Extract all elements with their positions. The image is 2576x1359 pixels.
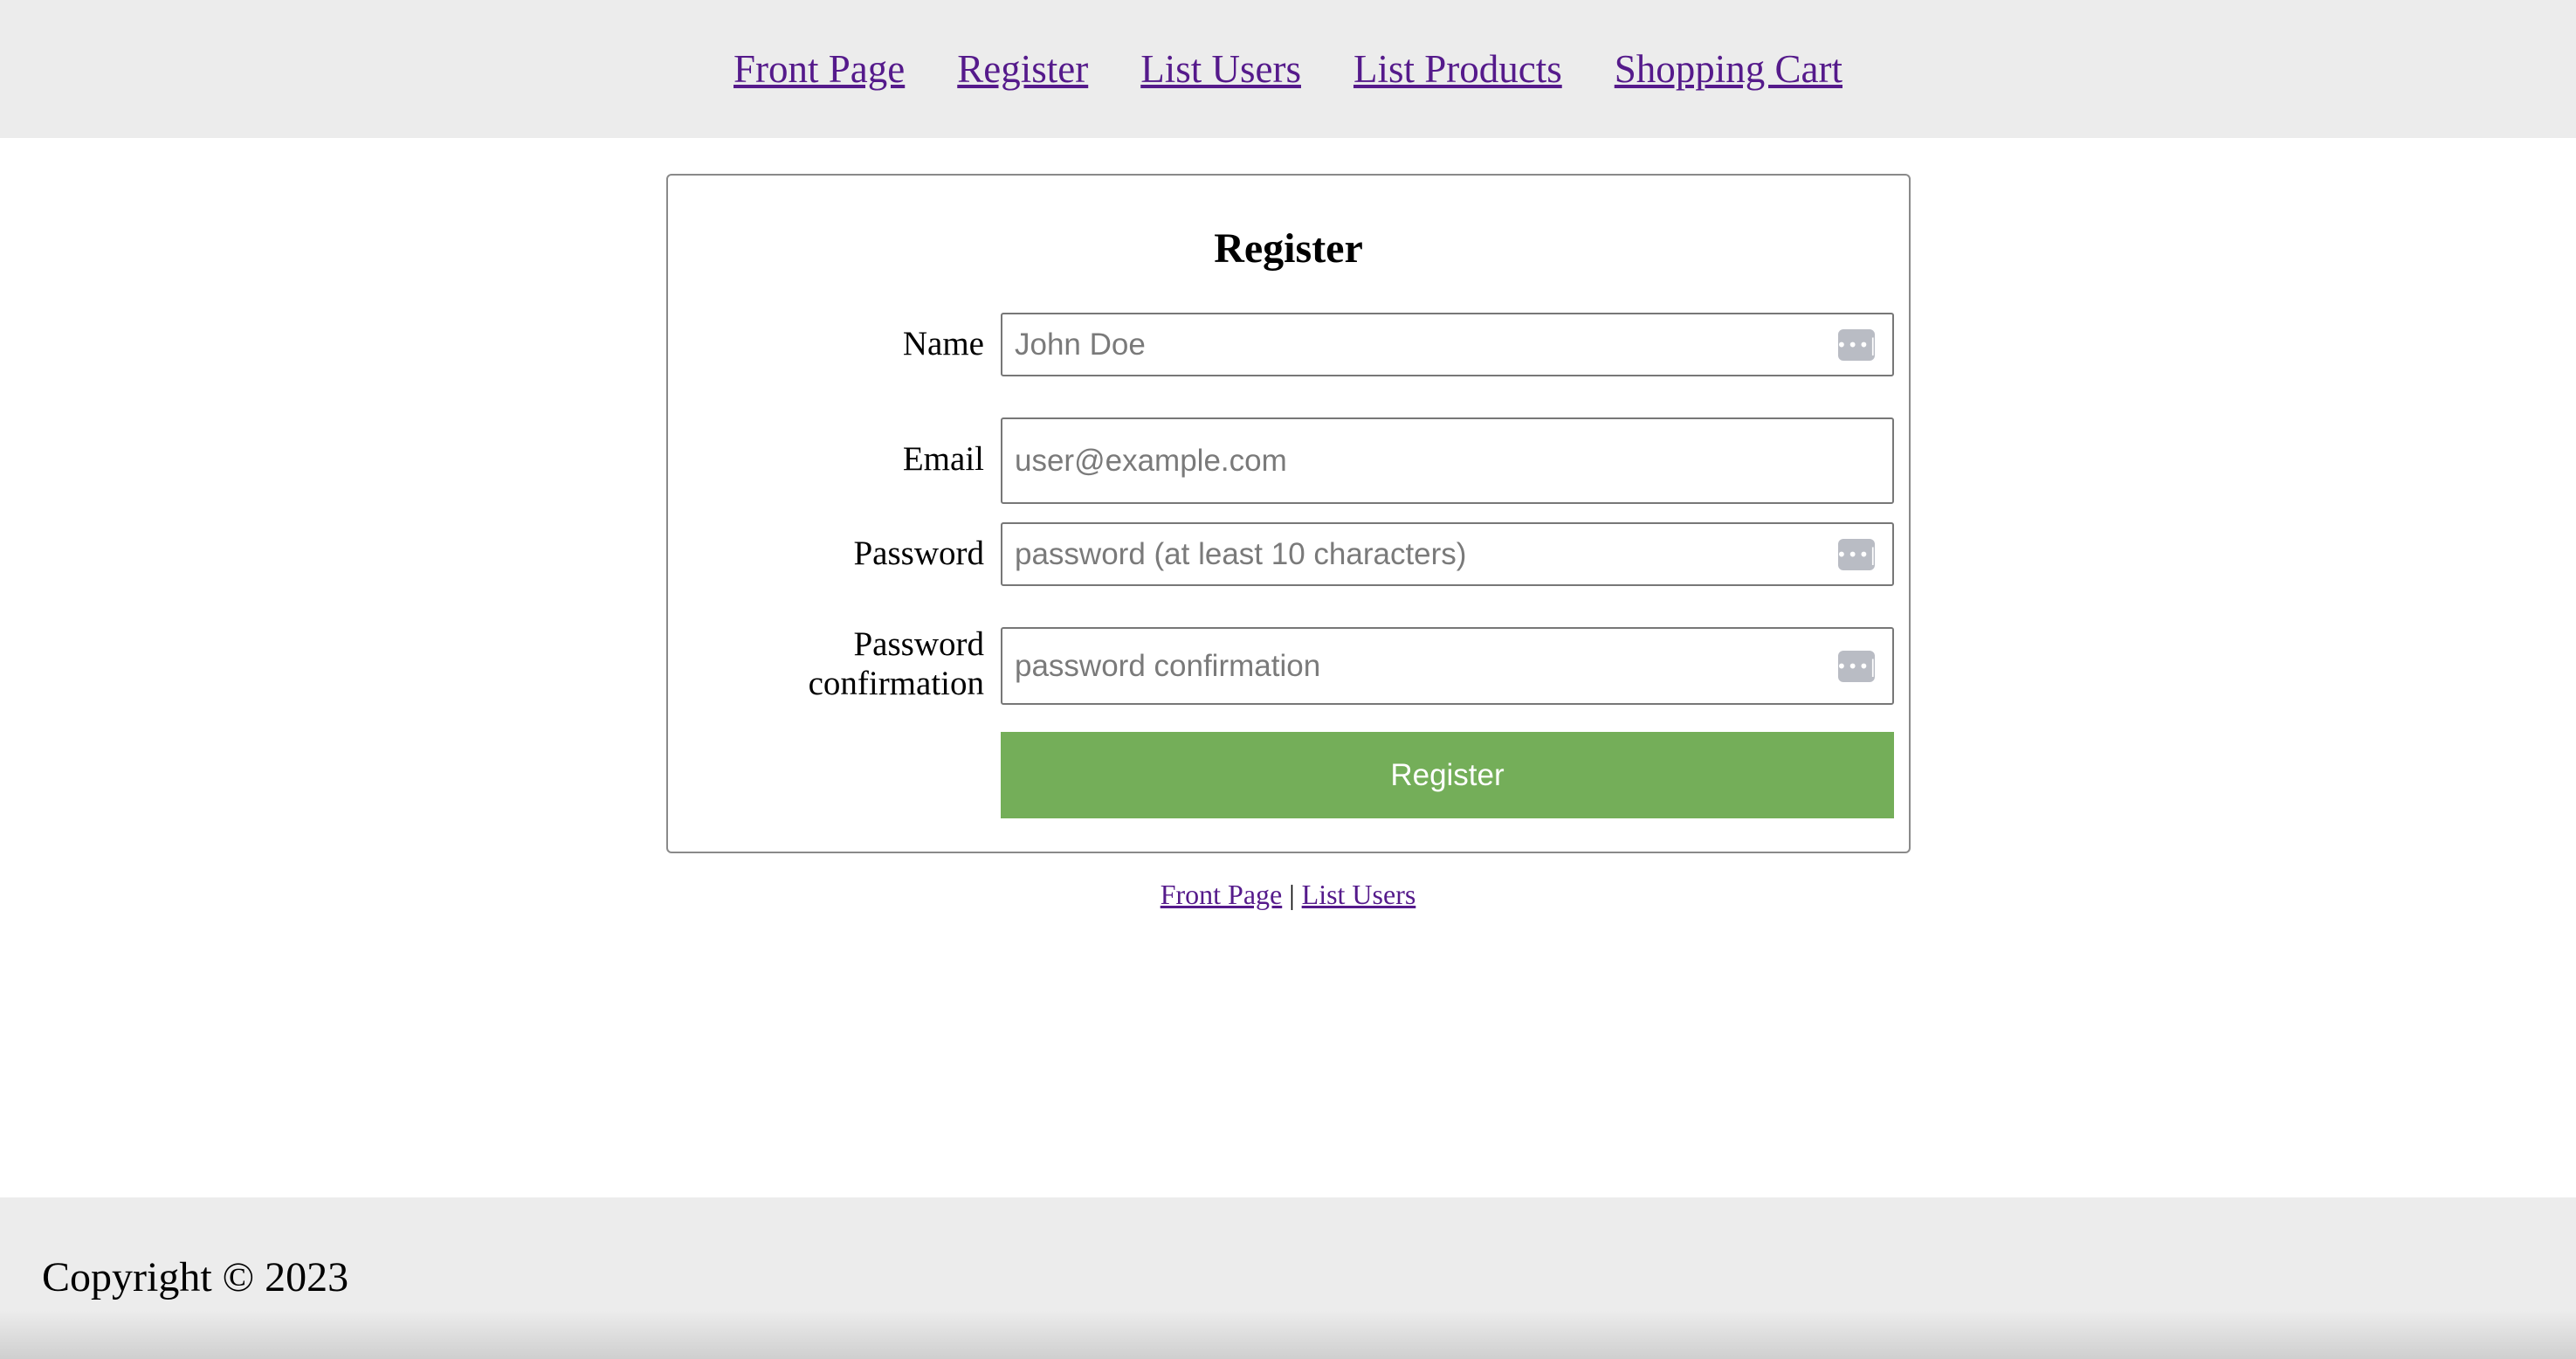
- password-confirmation-label: Password confirmation: [809, 624, 984, 703]
- password-field-wrapper: •••|: [1001, 522, 1894, 586]
- password-manager-icon[interactable]: •••|: [1836, 538, 1876, 570]
- password-input[interactable]: [1002, 524, 1892, 584]
- name-label: Name: [902, 325, 984, 362]
- footer: Copyright © 2023: [0, 1197, 2576, 1359]
- link-separator: |: [1289, 879, 1295, 910]
- password-confirmation-field-wrapper: •••|: [1001, 627, 1894, 705]
- password-manager-icon[interactable]: •••|: [1836, 650, 1876, 682]
- bottom-front-page-link[interactable]: Front Page: [1161, 879, 1283, 910]
- password-confirmation-label-line2: confirmation: [808, 665, 984, 702]
- email-input[interactable]: [1002, 419, 1892, 502]
- top-nav: Front Page Register List Users List Prod…: [0, 0, 2576, 138]
- nav-list-products-link[interactable]: List Products: [1353, 46, 1562, 92]
- nav-list-users-link[interactable]: List Users: [1140, 46, 1301, 92]
- register-submit-button[interactable]: Register: [1001, 732, 1894, 818]
- email-field-wrapper: [1001, 417, 1894, 504]
- email-label: Email: [902, 440, 984, 478]
- bottom-links: Front Page | List Users: [0, 879, 2576, 911]
- password-label: Password: [853, 535, 984, 572]
- name-field-wrapper: •••|: [1001, 313, 1894, 376]
- bottom-list-users-link[interactable]: List Users: [1302, 879, 1416, 910]
- copyright-text: Copyright © 2023: [42, 1254, 349, 1300]
- nav-shopping-cart-link[interactable]: Shopping Cart: [1615, 46, 1842, 92]
- password-confirmation-label-line1: Password: [853, 625, 984, 663]
- nav-front-page-link[interactable]: Front Page: [734, 46, 905, 92]
- password-confirmation-input[interactable]: [1002, 629, 1892, 703]
- register-form-panel: Register Name •••| Email Password •••| P…: [666, 174, 1911, 853]
- form-title: Register: [1214, 225, 1363, 272]
- password-manager-icon[interactable]: •••|: [1836, 328, 1876, 361]
- nav-register-link[interactable]: Register: [957, 46, 1088, 92]
- name-input[interactable]: [1002, 314, 1892, 375]
